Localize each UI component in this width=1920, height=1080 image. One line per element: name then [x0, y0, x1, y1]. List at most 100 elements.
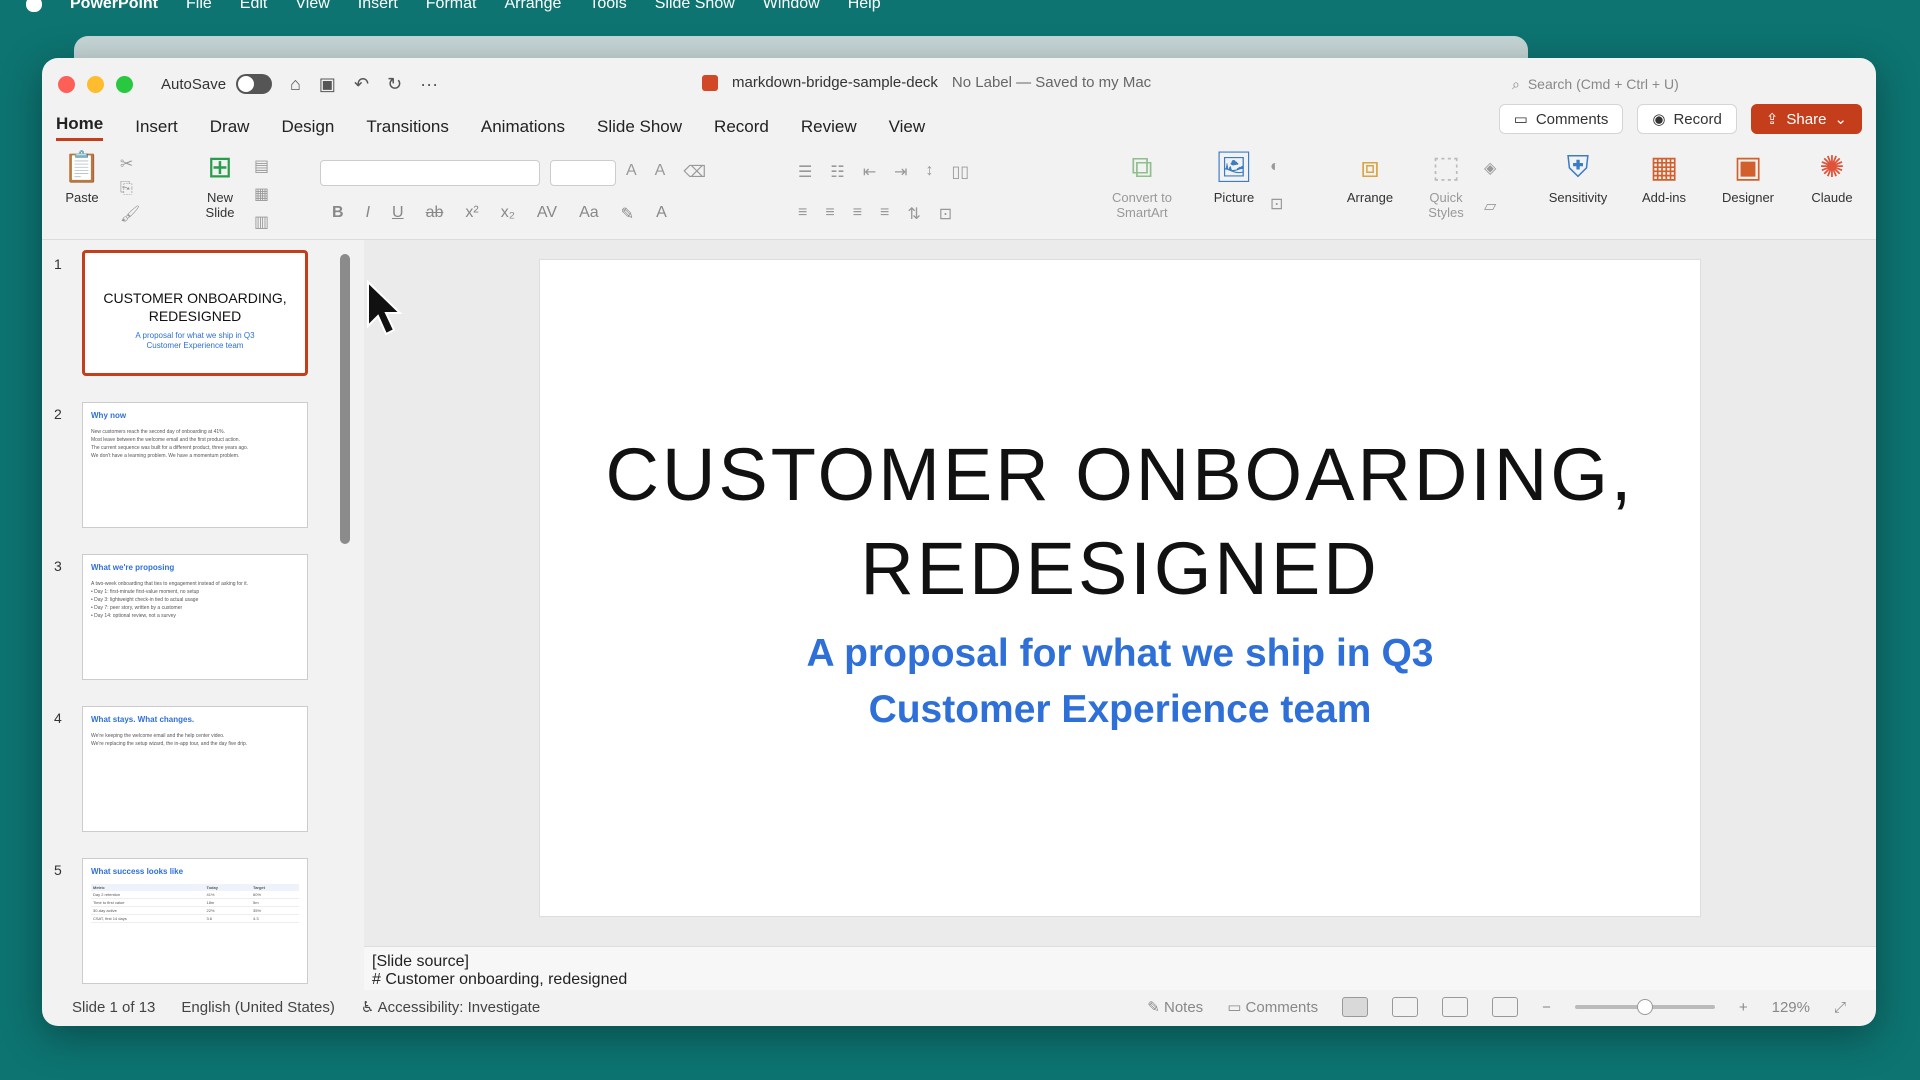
language-status[interactable]: English (United States) — [181, 999, 334, 1016]
increase-font-icon[interactable]: A — [626, 162, 637, 182]
highlight-icon[interactable]: ✎ — [621, 204, 634, 224]
justify-icon[interactable]: ≡ — [880, 204, 889, 224]
tab-transitions[interactable]: Transitions — [366, 117, 449, 137]
record-button[interactable]: ◉ Record — [1637, 104, 1737, 134]
slide-show-view-icon[interactable] — [1492, 997, 1519, 1017]
menu-window[interactable]: Window — [763, 0, 820, 13]
strikethrough-icon[interactable]: ab — [426, 204, 444, 224]
save-icon[interactable]: ▣ — [319, 74, 336, 95]
character-spacing-icon[interactable]: AV — [537, 204, 557, 224]
slide-thumbnail-1[interactable]: CUSTOMER ONBOARDING, REDESIGNED A propos… — [82, 250, 308, 376]
change-case-icon[interactable]: Aa — [579, 204, 599, 224]
align-center-icon[interactable]: ≡ — [825, 204, 834, 224]
bullets-icon[interactable]: ☰ — [798, 162, 812, 182]
align-text-icon[interactable]: ⊡ — [939, 204, 952, 224]
picture-button[interactable]: 🖼 Picture — [1202, 146, 1266, 240]
normal-view-icon[interactable] — [1342, 997, 1369, 1017]
menu-arrange[interactable]: Arrange — [504, 0, 561, 13]
apple-icon[interactable] — [26, 0, 42, 12]
section-icon[interactable]: ▥ — [254, 212, 269, 232]
claude-button[interactable]: ✺ Claude — [1802, 146, 1862, 240]
line-spacing-icon[interactable]: ↕ — [926, 162, 934, 182]
menu-app-name[interactable]: PowerPoint — [70, 0, 158, 13]
decrease-indent-icon[interactable]: ⇤ — [863, 162, 876, 182]
tab-draw[interactable]: Draw — [210, 117, 250, 137]
slide-thumbnail-3[interactable]: What we're proposing A two-week onboardi… — [82, 554, 308, 680]
close-window-button[interactable] — [58, 75, 75, 93]
zoom-window-button[interactable] — [116, 75, 133, 93]
menu-slide-show[interactable]: Slide Show — [655, 0, 735, 13]
new-slide-button[interactable]: ⊞ New Slide — [192, 146, 248, 240]
zoom-in-icon[interactable]: + — [1739, 999, 1748, 1016]
shapes-icon[interactable]: ◐ — [1270, 158, 1283, 176]
format-painter-icon[interactable]: 🖌 — [120, 204, 140, 224]
slide-1[interactable]: CUSTOMER ONBOARDING, REDESIGNED A propos… — [540, 260, 1700, 916]
tab-record[interactable]: Record — [714, 117, 769, 137]
italic-icon[interactable]: I — [366, 204, 370, 224]
menu-file[interactable]: File — [186, 0, 212, 13]
bold-icon[interactable]: B — [332, 204, 344, 224]
slide-thumbnail-4[interactable]: What stays. What changes. We're keeping … — [82, 706, 308, 832]
notes-toggle[interactable]: ✎ Notes — [1147, 998, 1203, 1016]
tab-animations[interactable]: Animations — [481, 117, 565, 137]
tab-home[interactable]: Home — [56, 114, 104, 141]
slide-thumbnail-5[interactable]: What success looks like Metric Today Tar… — [82, 858, 308, 984]
autosave-toggle[interactable] — [236, 74, 273, 94]
redo-icon[interactable]: ↻ — [387, 74, 402, 95]
superscript-icon[interactable]: x² — [465, 204, 478, 224]
undo-icon[interactable]: ↶ — [354, 74, 369, 95]
arrange-button[interactable]: ⧈ Arrange — [1338, 146, 1402, 240]
layout-icon[interactable]: ▤ — [254, 156, 269, 176]
decrease-font-icon[interactable]: A — [655, 162, 666, 182]
shape-outline-icon[interactable]: ▱ — [1484, 196, 1496, 216]
menu-tools[interactable]: Tools — [589, 0, 626, 13]
zoom-out-icon[interactable]: − — [1542, 999, 1551, 1016]
cut-icon[interactable]: ✂ — [120, 154, 140, 174]
font-size-select[interactable] — [550, 160, 616, 186]
numbering-icon[interactable]: ☷ — [830, 162, 844, 182]
quick-styles-button[interactable]: ⬚ Quick Styles — [1414, 146, 1478, 240]
notes-pane[interactable]: [Slide source] # Customer onboarding, re… — [364, 946, 1876, 990]
zoom-level[interactable]: 129% — [1772, 999, 1810, 1016]
tab-design[interactable]: Design — [281, 117, 334, 137]
slide-title[interactable]: CUSTOMER ONBOARDING, REDESIGNED — [540, 428, 1700, 616]
menu-view[interactable]: View — [295, 0, 329, 13]
subscript-icon[interactable]: x₂ — [501, 204, 515, 224]
home-icon[interactable]: ⌂ — [290, 74, 301, 95]
menu-insert[interactable]: Insert — [358, 0, 398, 13]
paste-button[interactable]: 📋 Paste — [54, 146, 110, 240]
convert-smartart-button[interactable]: ⧉ Convert to SmartArt — [1102, 146, 1182, 240]
underline-icon[interactable]: U — [392, 204, 404, 224]
font-color-icon[interactable]: A — [656, 204, 667, 224]
columns-icon[interactable]: ▯▯ — [952, 162, 970, 182]
comments-toggle[interactable]: ▭ Comments — [1227, 998, 1318, 1016]
accessibility-status[interactable]: ♿ Accessibility: Investigate — [361, 998, 540, 1016]
menu-help[interactable]: Help — [848, 0, 881, 13]
comments-button[interactable]: ▭ Comments — [1498, 104, 1624, 134]
add-ins-button[interactable]: ▦ Add-ins — [1632, 146, 1696, 240]
align-right-icon[interactable]: ≡ — [853, 204, 862, 224]
text-direction-icon[interactable]: ⇅ — [907, 204, 920, 224]
reading-view-icon[interactable] — [1442, 997, 1469, 1017]
copy-icon[interactable]: ⎘ — [120, 180, 140, 198]
thumbnails-scrollbar[interactable] — [340, 254, 350, 544]
designer-button[interactable]: ▣ Designer — [1714, 146, 1782, 240]
increase-indent-icon[interactable]: ⇥ — [894, 162, 907, 182]
reset-icon[interactable]: ▦ — [254, 184, 269, 204]
document-title[interactable]: markdown-bridge-sample-deck No Label — S… — [702, 74, 1151, 91]
minimize-window-button[interactable] — [87, 75, 104, 93]
clear-formatting-icon[interactable]: ⌫ — [683, 162, 706, 182]
sensitivity-button[interactable]: ⛨ Sensitivity — [1538, 146, 1618, 240]
shape-fill-icon[interactable]: ◈ — [1484, 158, 1496, 178]
more-icon[interactable]: ··· — [420, 74, 438, 95]
font-name-select[interactable] — [320, 160, 540, 186]
slide-sorter-view-icon[interactable] — [1392, 997, 1419, 1017]
zoom-slider-knob[interactable] — [1636, 999, 1653, 1015]
menu-edit[interactable]: Edit — [240, 0, 268, 13]
tab-review[interactable]: Review — [801, 117, 857, 137]
zoom-slider[interactable] — [1574, 999, 1715, 1015]
slide-subtitle[interactable]: A proposal for what we ship in Q3 Custom… — [540, 626, 1700, 738]
share-button[interactable]: ⇪ Share ⌄ — [1750, 104, 1862, 134]
search-box[interactable]: ⌕ Search (Cmd + Ctrl + U) — [1512, 72, 1772, 96]
menu-format[interactable]: Format — [426, 0, 477, 13]
